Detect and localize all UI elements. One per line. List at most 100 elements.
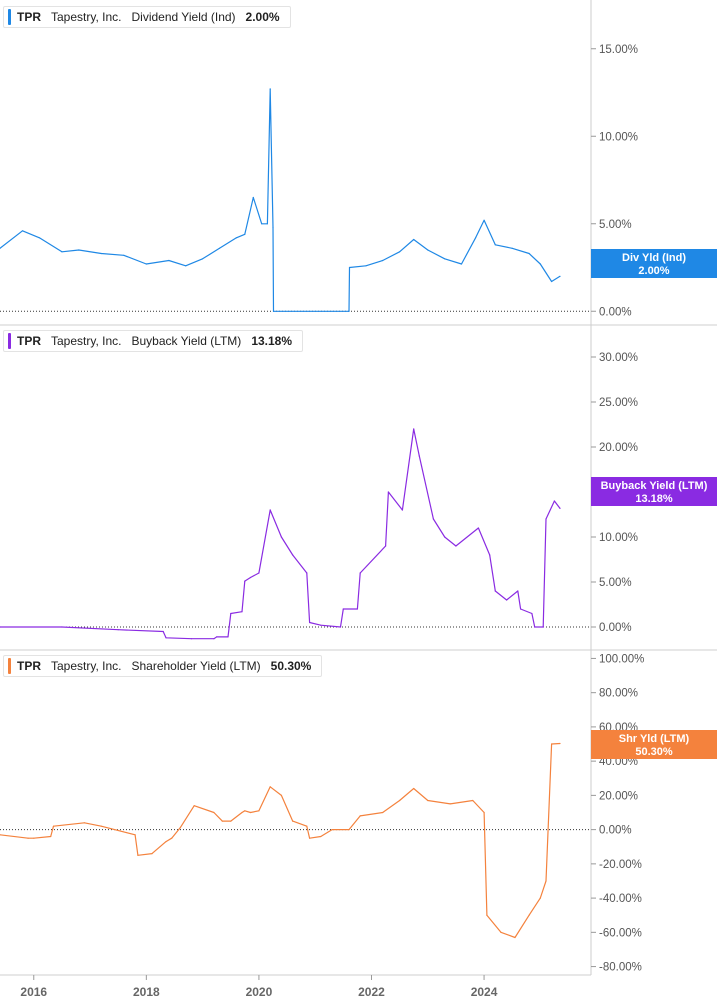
tag-label: Div Yld (Ind) xyxy=(622,252,686,264)
data-point xyxy=(356,608,358,610)
y-tick-label: 30.00% xyxy=(599,352,638,364)
data-point xyxy=(348,829,350,831)
data-point xyxy=(517,590,519,592)
data-point xyxy=(202,258,204,260)
data-point xyxy=(269,509,271,511)
data-point xyxy=(401,509,403,511)
data-point xyxy=(252,196,254,199)
data-point xyxy=(413,787,415,790)
data-point xyxy=(230,612,232,615)
data-point xyxy=(235,237,237,239)
legend-metric: Shareholder Yield (LTM) xyxy=(131,659,261,673)
data-point xyxy=(309,621,311,624)
data-point xyxy=(123,254,125,256)
data-point xyxy=(387,491,389,493)
data-point xyxy=(309,837,311,839)
tag-value: 2.00% xyxy=(638,265,670,277)
data-point xyxy=(382,811,384,814)
data-point xyxy=(280,536,282,538)
data-point xyxy=(100,825,102,827)
data-point xyxy=(117,629,119,631)
tag-shareholder-yield: Shr Yld (LTM) 50.30% xyxy=(591,730,717,759)
data-point xyxy=(306,825,308,827)
y-tick-label: 25.00% xyxy=(599,397,638,409)
x-tick-label: 2024 xyxy=(471,985,498,999)
data-point xyxy=(249,811,252,814)
data-point xyxy=(179,827,181,829)
legend-company: Tapestry, Inc. xyxy=(51,10,122,24)
legend-dividend-yield: TPR Tapestry, Inc. Dividend Yield (Ind) … xyxy=(3,6,291,28)
data-point xyxy=(418,455,420,457)
y-tick-label: 15.00% xyxy=(599,44,638,56)
data-point xyxy=(185,265,187,267)
data-point xyxy=(221,820,223,822)
data-point xyxy=(399,251,401,253)
tag-value: 50.30% xyxy=(635,746,673,758)
data-point xyxy=(61,251,63,253)
data-point xyxy=(306,572,308,574)
data-point xyxy=(171,837,173,839)
data-point xyxy=(545,880,547,882)
x-tick-label: 2018 xyxy=(133,985,160,999)
data-point xyxy=(514,936,516,939)
y-tick-label: -80.00% xyxy=(599,962,642,974)
data-point xyxy=(559,742,561,745)
data-point xyxy=(472,799,474,802)
data-point xyxy=(61,626,63,628)
data-point xyxy=(553,500,556,502)
data-point xyxy=(280,794,282,797)
data-point xyxy=(528,252,530,255)
data-point xyxy=(399,799,401,802)
data-point xyxy=(269,88,271,90)
y-tick-label: -60.00% xyxy=(599,927,642,939)
data-point xyxy=(359,815,361,817)
data-point xyxy=(531,612,533,615)
data-point xyxy=(559,507,561,509)
data-point xyxy=(151,853,153,855)
series-line-2 xyxy=(0,428,561,640)
data-point xyxy=(38,237,41,239)
data-point xyxy=(539,897,541,899)
data-point xyxy=(489,554,491,556)
x-tick-label: 2016 xyxy=(20,985,47,999)
data-point xyxy=(50,835,52,838)
data-point xyxy=(385,545,387,547)
tag-dividend-yield: Div Yld (Ind) 2.00% xyxy=(591,249,717,278)
data-point xyxy=(249,576,252,579)
data-point xyxy=(165,841,167,843)
data-point xyxy=(292,820,294,822)
data-point xyxy=(100,252,102,255)
data-point xyxy=(359,572,361,574)
data-point xyxy=(258,810,260,812)
legend-ticker: TPR xyxy=(17,10,41,24)
data-point xyxy=(500,931,502,933)
legend-metric: Dividend Yield (Ind) xyxy=(131,10,236,24)
legend-ticker: TPR xyxy=(17,659,41,673)
data-point xyxy=(331,829,333,831)
data-point xyxy=(83,822,85,824)
data-point xyxy=(27,837,29,839)
data-point xyxy=(339,626,342,628)
data-point xyxy=(272,226,274,228)
tag-buyback-yield: Buyback Yield (LTM) 13.18% xyxy=(591,477,717,506)
data-point xyxy=(266,223,268,225)
y-tick-label: 80.00% xyxy=(599,688,638,700)
legend-ticker: TPR xyxy=(17,334,41,348)
data-point xyxy=(269,786,271,788)
data-point xyxy=(539,263,541,265)
data-point xyxy=(137,854,139,856)
y-tick-label: 5.00% xyxy=(599,577,632,589)
y-tick-label: 10.00% xyxy=(599,532,638,544)
data-point xyxy=(241,611,243,613)
tag-value: 13.18% xyxy=(635,493,673,505)
data-point xyxy=(190,638,192,640)
panel-3: -80.00%-60.00%-40.00%-20.00%0.00%20.00%4… xyxy=(0,649,717,975)
data-point xyxy=(272,310,275,312)
y-tick-label: 20.00% xyxy=(599,442,638,454)
data-point xyxy=(534,626,536,628)
data-point xyxy=(244,580,246,582)
data-point xyxy=(413,428,415,430)
data-point xyxy=(483,219,485,221)
data-point xyxy=(78,249,80,251)
legend-value: 50.30% xyxy=(270,659,312,673)
